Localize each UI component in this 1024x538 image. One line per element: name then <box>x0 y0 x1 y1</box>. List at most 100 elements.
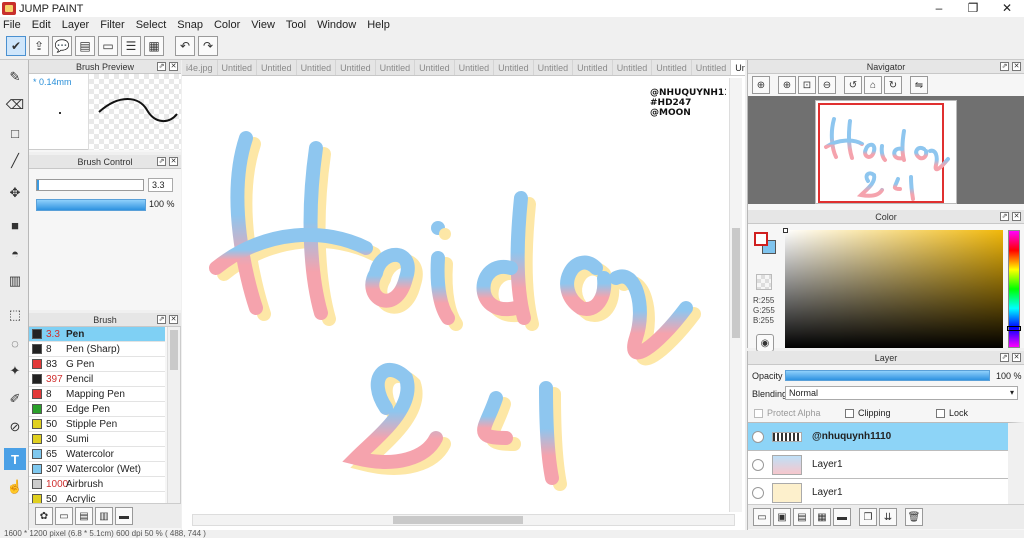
tab-untitled[interactable]: Untitled <box>494 60 534 75</box>
undock-icon[interactable]: ⇗ <box>1000 212 1009 221</box>
flip-icon[interactable]: ⇋ <box>910 76 928 94</box>
visibility-icon[interactable] <box>752 430 764 443</box>
select-pen-tool-icon[interactable]: ✐ <box>4 388 26 410</box>
tab-untitled[interactable]: Untitled <box>692 60 732 75</box>
tab-untitled[interactable]: Untitled <box>652 60 692 75</box>
menu-help[interactable]: Help <box>367 19 390 31</box>
pen-tool-icon[interactable]: ✎ <box>4 66 26 88</box>
select-rect-tool-icon[interactable]: ⬚ <box>4 304 26 326</box>
close-icon[interactable]: ✕ <box>1012 353 1021 362</box>
duplicate-layer-icon[interactable]: ❐ <box>859 508 877 526</box>
layer-row[interactable]: Layer1 <box>748 479 1008 504</box>
drawing-canvas[interactable]: @NHUQUYNH1110 #HD247 @MOON <box>186 78 726 512</box>
brush-item[interactable]: 1000 Airbrush <box>29 477 165 492</box>
fit-icon[interactable]: ⊡ <box>798 76 816 94</box>
list-icon[interactable]: ☰ <box>121 36 141 56</box>
menu-select[interactable]: Select <box>136 19 167 31</box>
blending-select[interactable]: Normal ▾ <box>785 386 1018 400</box>
rotate-right-icon[interactable]: ↻ <box>884 76 902 94</box>
brush-settings-icon[interactable]: ✿ <box>35 507 53 525</box>
layer-text-icon[interactable]: ▤ <box>793 508 811 526</box>
close-icon[interactable]: ✕ <box>169 62 178 71</box>
rectangle-tool-icon[interactable]: □ <box>4 122 26 144</box>
menu-color[interactable]: Color <box>214 19 240 31</box>
brush-item[interactable]: 65 Watercolor <box>29 447 165 462</box>
brush-item[interactable]: 50 Stipple Pen <box>29 417 165 432</box>
export-icon[interactable]: ⇪ <box>29 36 49 56</box>
bucket-tool-icon[interactable]: ◓ <box>4 242 26 264</box>
tab-untitled[interactable]: Untitled <box>257 60 297 75</box>
layer-row[interactable]: Layer1 <box>748 451 1008 479</box>
brush-size-field[interactable]: 3.3 <box>148 178 173 192</box>
visibility-icon[interactable] <box>752 458 764 471</box>
minimize-button[interactable]: – <box>922 0 956 17</box>
menu-view[interactable]: View <box>251 19 275 31</box>
close-icon[interactable]: ✕ <box>169 315 178 324</box>
eraser-tool-icon[interactable]: ⌫ <box>4 94 26 116</box>
transparent-color-swatch[interactable] <box>756 274 772 290</box>
gradient-tool-icon[interactable]: ▥ <box>4 270 26 292</box>
protect-alpha-option[interactable]: Protect Alpha <box>754 408 821 419</box>
navigator-view[interactable] <box>748 96 1024 204</box>
undo-button[interactable]: ↶ <box>175 36 195 56</box>
magic-wand-tool-icon[interactable]: ✦ <box>4 360 26 382</box>
brush-item[interactable]: 3.3 Pen <box>29 327 165 342</box>
close-icon[interactable]: ✕ <box>1012 62 1021 71</box>
zoom-in-icon[interactable]: ⊕ <box>752 76 770 94</box>
clipping-option[interactable]: Clipping <box>845 408 891 419</box>
text-tool-icon[interactable]: T <box>4 448 26 470</box>
lasso-tool-icon[interactable]: ◌ <box>4 332 26 354</box>
brush-size-slider[interactable] <box>36 179 144 191</box>
color-saturation-field[interactable] <box>783 228 1003 348</box>
hand-tool-icon[interactable]: ☝ <box>4 476 26 498</box>
maximize-button[interactable]: ❐ <box>956 0 990 17</box>
comment-icon[interactable]: 💬 <box>52 36 72 56</box>
brush-item[interactable]: 8 Mapping Pen <box>29 387 165 402</box>
delete-layer-icon[interactable]: 🗑 <box>905 508 923 526</box>
menu-snap[interactable]: Snap <box>177 19 203 31</box>
redo-button[interactable]: ↷ <box>198 36 218 56</box>
brush-item[interactable]: 307 Watercolor (Wet) <box>29 462 165 477</box>
menu-file[interactable]: File <box>3 19 21 31</box>
menu-window[interactable]: Window <box>317 19 356 31</box>
tab-untitled[interactable]: Untitled <box>613 60 653 75</box>
lock-option[interactable]: Lock <box>936 408 968 419</box>
brush-folder-icon[interactable]: ▬ <box>115 507 133 525</box>
menu-filter[interactable]: Filter <box>100 19 124 31</box>
message-icon[interactable]: ▤ <box>75 36 95 56</box>
tab-untitled[interactable]: Untitled <box>455 60 495 75</box>
folder-icon[interactable]: ▬ <box>833 508 851 526</box>
primary-color-swatch[interactable] <box>754 232 768 246</box>
brush-item[interactable]: 397 Pencil <box>29 372 165 387</box>
merge-layer-icon[interactable]: ⇊ <box>879 508 897 526</box>
zoom-out-icon[interactable]: ⊖ <box>818 76 836 94</box>
tab-untitled[interactable]: Untitled <box>376 60 416 75</box>
close-icon[interactable]: ✕ <box>169 157 178 166</box>
fill-rect-tool-icon[interactable]: ■ <box>4 214 26 236</box>
brush-list-scrollbar[interactable] <box>167 327 180 503</box>
new-layer-icon[interactable]: ▭ <box>753 508 771 526</box>
move-tool-icon[interactable]: ✥ <box>4 182 26 204</box>
undock-icon[interactable]: ⇗ <box>157 315 166 324</box>
halftone-layer-icon[interactable]: ▦ <box>813 508 831 526</box>
close-button[interactable]: ✕ <box>990 0 1024 17</box>
brush-menu-icon[interactable]: ▤ <box>75 507 93 525</box>
tab-untitled[interactable]: Untitled <box>534 60 574 75</box>
line-tool-icon[interactable]: ╱ <box>4 150 26 172</box>
check-icon[interactable]: ✔ <box>6 36 26 56</box>
grid-icon[interactable]: ▦ <box>144 36 164 56</box>
brush-item[interactable]: 30 Sumi <box>29 432 165 447</box>
undock-icon[interactable]: ⇗ <box>157 62 166 71</box>
clipping-checkbox[interactable] <box>845 409 854 419</box>
close-icon[interactable]: ✕ <box>1012 212 1021 221</box>
menu-layer[interactable]: Layer <box>62 19 90 31</box>
protect-alpha-checkbox[interactable] <box>754 409 763 419</box>
tab-untitled[interactable]: Untitled <box>336 60 376 75</box>
undock-icon[interactable]: ⇗ <box>157 157 166 166</box>
reset-rotation-icon[interactable]: ⌂ <box>864 76 882 94</box>
brush-item[interactable]: 50 Acrylic <box>29 492 165 503</box>
undock-icon[interactable]: ⇗ <box>1000 62 1009 71</box>
canvas-horizontal-scrollbar[interactable] <box>192 514 735 526</box>
layer-opacity-slider[interactable] <box>785 370 990 381</box>
new-brush-icon[interactable]: ▭ <box>55 507 73 525</box>
